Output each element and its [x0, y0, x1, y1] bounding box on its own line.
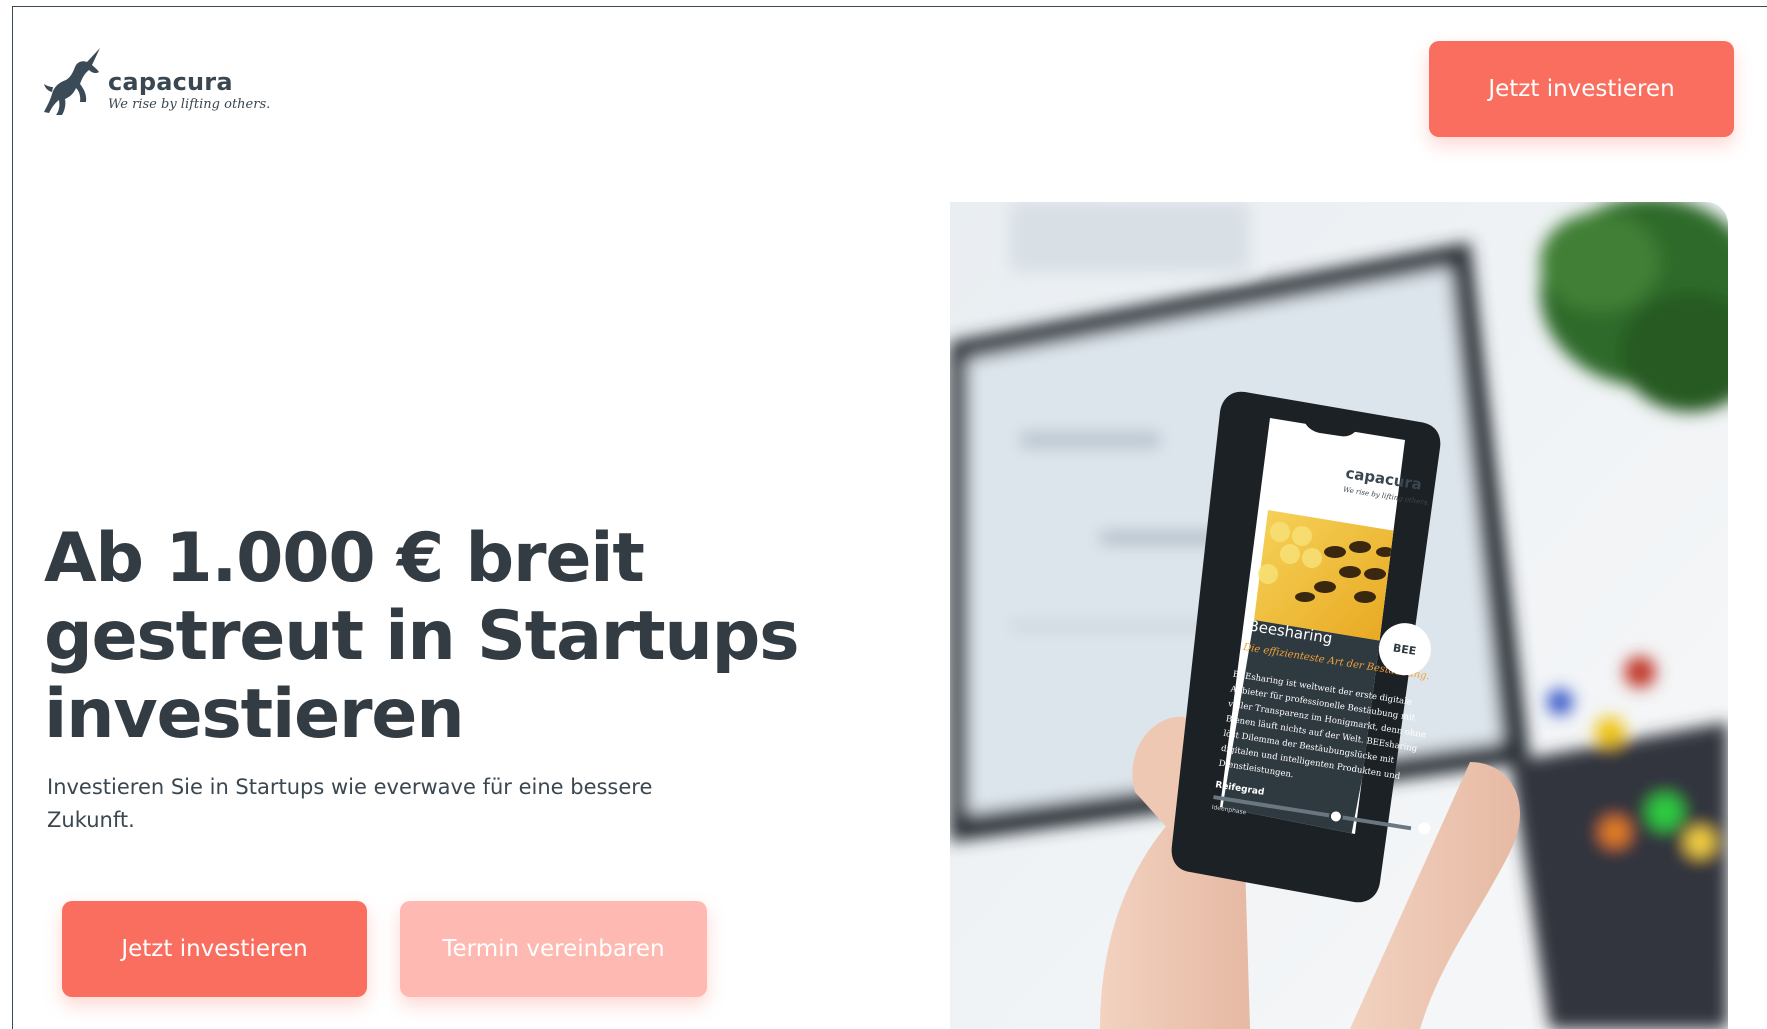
hero-headline: Ab 1.000 € breit gestreut in Startups in…	[44, 519, 800, 754]
unicorn-icon	[44, 48, 100, 115]
maturity-slider-knob	[1328, 809, 1343, 824]
capacura-logo[interactable]: capacura We rise by lifting others.	[44, 44, 270, 116]
appointment-button[interactable]: Termin vereinbaren	[400, 901, 707, 997]
phone-in-hand-illustration: capacuraWe rise by lifting others.Beesha…	[950, 202, 1728, 1029]
brand-name: capacura	[108, 68, 233, 96]
hero-invest-button[interactable]: Jetzt investieren	[62, 901, 367, 997]
hero-subline: Investieren Sie in Startups wie everwave…	[47, 775, 653, 832]
hero-image: capacura We rise by lifting others. Beesha…	[950, 202, 1728, 1029]
header-invest-button[interactable]: Jetzt investieren	[1429, 41, 1734, 137]
brand-tagline: We rise by lifting others.	[108, 97, 271, 112]
